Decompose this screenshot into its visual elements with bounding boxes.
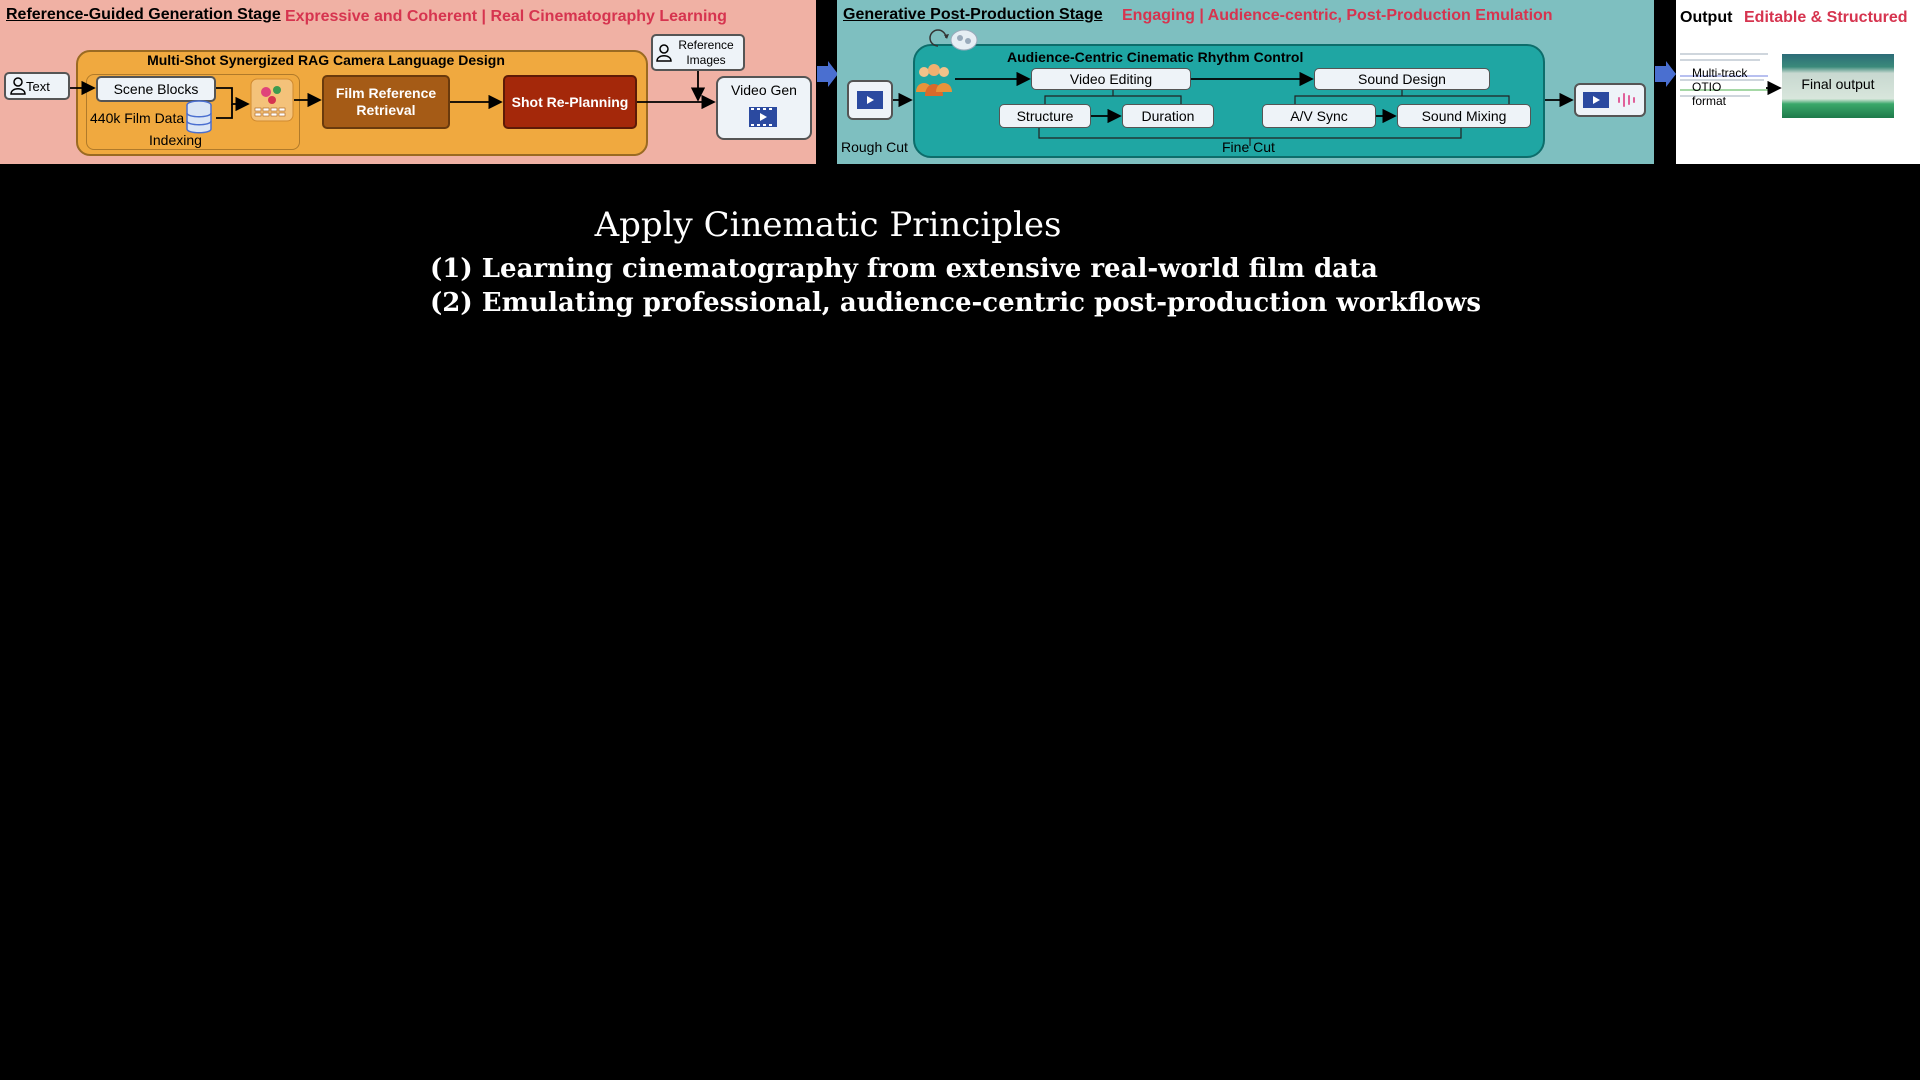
output-panel: Output Editable & Structured Multi-track…	[1676, 0, 1920, 164]
generative-post-production-panel: Generative Post-Production Stage Engagin…	[837, 0, 1654, 164]
principle-2: (2) Emulating professional, audience-cen…	[430, 288, 1482, 318]
arrow-right-icon	[817, 61, 838, 87]
stage2-connectors	[893, 71, 1574, 146]
arrow-right-icon	[1655, 61, 1676, 87]
principles-list: (1) Learning cinematography from extensi…	[430, 252, 1481, 320]
principles-heading: Apply Cinematic Principles	[594, 205, 1062, 245]
output-connectors	[1766, 80, 1782, 96]
principle-1: (1) Learning cinematography from extensi…	[430, 254, 1378, 284]
